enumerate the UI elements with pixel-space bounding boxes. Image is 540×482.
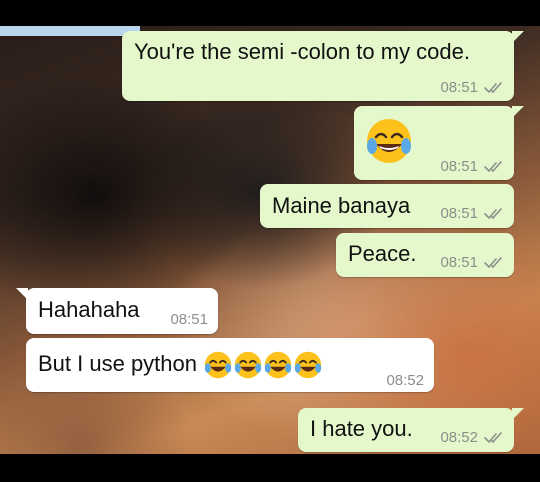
message-bubble-incoming[interactable]: But I use python 08:52 xyxy=(26,338,434,392)
message-bubble-incoming[interactable]: Hahahaha 08:51 xyxy=(16,288,218,334)
message-meta: 08:51 xyxy=(440,201,504,227)
message-meta: 08:52 xyxy=(440,425,504,451)
message-time: 08:51 xyxy=(440,205,478,222)
message-text: Maine banaya xyxy=(272,193,411,218)
face-with-tears-of-joy-icon xyxy=(234,351,262,379)
face-with-tears-of-joy-icon xyxy=(367,119,411,163)
message-text: You're the semi -colon to my code. xyxy=(134,39,471,64)
message-bubble-outgoing[interactable]: I hate you. 08:52 xyxy=(298,408,524,452)
message-text: I hate you. xyxy=(310,416,413,441)
face-with-tears-of-joy-icon xyxy=(294,351,322,379)
message-meta: 08:51 xyxy=(440,154,504,180)
wallpaper-sky xyxy=(0,26,140,36)
message-text: Peace. xyxy=(348,241,417,266)
message-meta: 08:52 xyxy=(386,368,424,394)
face-with-tears-of-joy-icon xyxy=(204,351,232,379)
message-time: 08:52 xyxy=(440,429,478,446)
message-text: But I use python xyxy=(38,350,197,376)
bottom-black-bar xyxy=(0,454,540,482)
message-bubble-outgoing[interactable]: Maine banaya 08:51 xyxy=(260,184,514,228)
message-time: 08:51 xyxy=(440,254,478,271)
message-text: Hahahaha xyxy=(38,297,140,322)
message-bubble-outgoing[interactable]: You're the semi -colon to my code. 08:51 xyxy=(122,31,524,101)
face-with-tears-of-joy-icon xyxy=(264,351,292,379)
message-time: 08:51 xyxy=(170,311,208,328)
message-text-with-emoji: But I use python xyxy=(38,350,323,380)
message-time: 08:51 xyxy=(440,158,478,175)
double-check-icon xyxy=(484,82,502,94)
double-check-icon xyxy=(484,257,502,269)
message-meta: 08:51 xyxy=(170,307,208,333)
message-time: 08:51 xyxy=(440,79,478,96)
double-check-icon xyxy=(484,161,502,173)
message-time: 08:52 xyxy=(386,372,424,389)
message-meta: 08:51 xyxy=(440,250,504,276)
message-bubble-outgoing[interactable]: Peace. 08:51 xyxy=(336,233,514,277)
message-meta: 08:51 xyxy=(440,75,504,101)
double-check-icon xyxy=(484,432,502,444)
double-check-icon xyxy=(484,208,502,220)
message-bubble-outgoing[interactable]: 08:51 xyxy=(354,106,524,180)
message-emoji xyxy=(364,116,414,166)
